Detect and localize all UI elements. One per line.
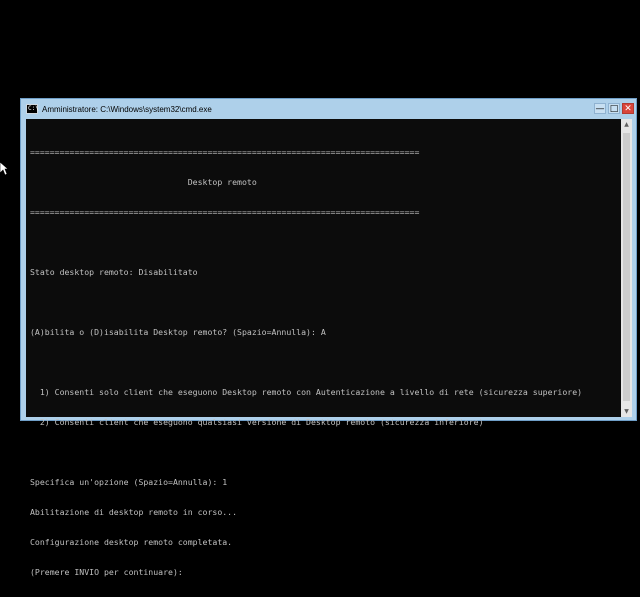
cmd-icon[interactable]: C:\	[26, 104, 39, 114]
cmd-window[interactable]: C:\ Amministratore: C:\Windows\system32\…	[20, 98, 637, 577]
title-bar[interactable]: C:\ Amministratore: C:\Windows\system32\…	[21, 99, 636, 119]
window-title: Amministratore: C:\Windows\system32\cmd.…	[42, 104, 212, 114]
console-line: Specifica un'opzione (Spazio=Annulla): 1	[30, 477, 228, 487]
console-line: ========================================…	[30, 207, 420, 217]
console-line: ========================================…	[30, 147, 420, 157]
console-prompt: (Premere INVIO per continuare):	[30, 567, 183, 577]
scroll-up-arrow-icon[interactable]: ▲	[621, 119, 632, 130]
mouse-pointer-icon	[0, 162, 8, 176]
console-line: (A)bilita o (D)isabilita Desktop remoto?…	[30, 327, 326, 337]
console-area[interactable]: ========================================…	[26, 119, 632, 577]
close-button[interactable]: ✕	[622, 103, 634, 114]
vertical-scrollbar[interactable]: ▲ ▼	[621, 119, 632, 417]
console-line: 2) Consenti client che eseguono qualsias…	[30, 417, 484, 427]
minimize-button[interactable]: —	[594, 103, 606, 114]
maximize-button[interactable]: □	[608, 103, 620, 114]
console-output: ========================================…	[30, 127, 616, 597]
console-line: Abilitazione di desktop remoto in corso.…	[30, 507, 238, 517]
console-heading: Desktop remoto	[30, 177, 257, 187]
console-line: Configurazione desktop remoto completata…	[30, 537, 233, 547]
scroll-down-arrow-icon[interactable]: ▼	[621, 406, 632, 417]
console-line: 1) Consenti solo client che eseguono Des…	[30, 387, 583, 397]
scrollbar-thumb[interactable]	[623, 133, 630, 401]
window-controls: — □ ✕	[594, 103, 634, 114]
console-line: Stato desktop remoto: Disabilitato	[30, 267, 198, 277]
